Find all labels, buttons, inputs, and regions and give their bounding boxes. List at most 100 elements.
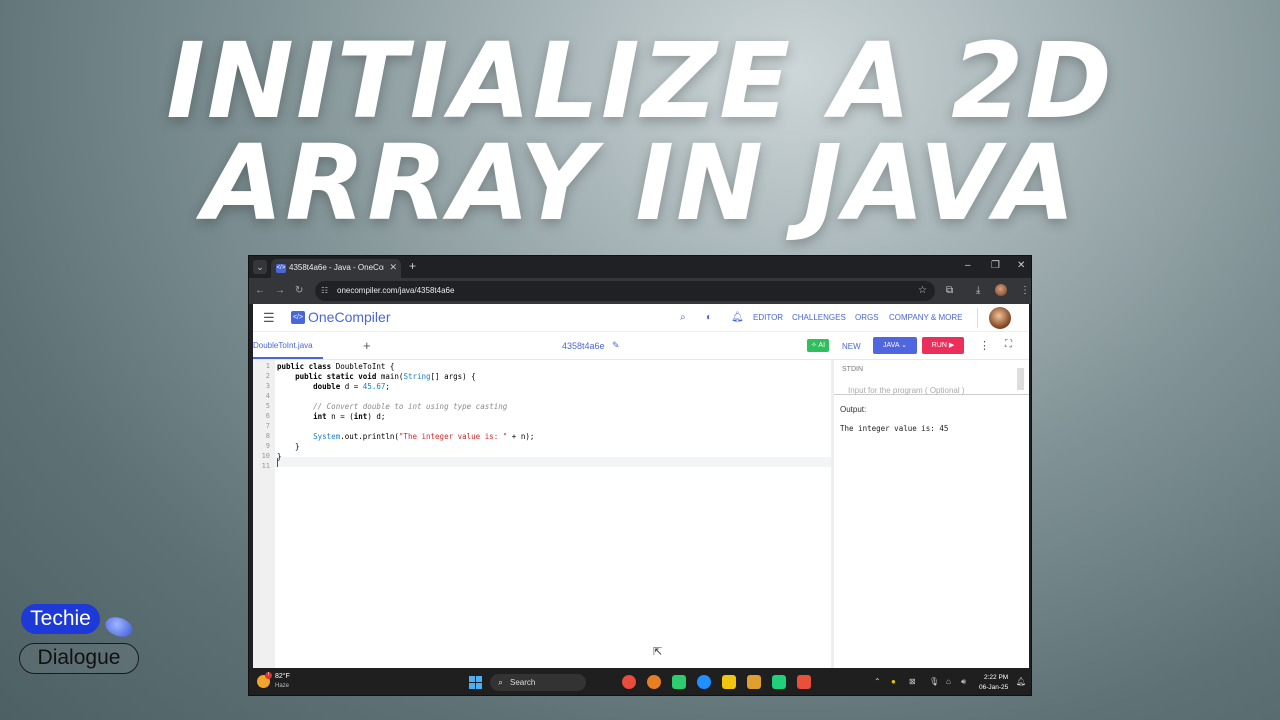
extensions-icon[interactable]: ⧉ bbox=[946, 285, 953, 296]
brand-dialogue: Dialogue bbox=[19, 643, 139, 674]
onecompiler-logo-icon[interactable]: </> bbox=[291, 311, 305, 324]
notifications-icon[interactable]: 🔔︎ bbox=[1016, 677, 1026, 686]
tab-search-chevron-icon[interactable]: ⌄ bbox=[253, 260, 267, 274]
active-file-indicator bbox=[253, 357, 323, 359]
mouse-pointer-icon: ⇱ bbox=[653, 646, 663, 658]
headline-line-2: ARRAY IN JAVA bbox=[202, 122, 1078, 244]
nav-challenges[interactable]: CHALLENGES bbox=[792, 313, 846, 322]
site-info-icon[interactable]: ☷ bbox=[321, 286, 328, 295]
edit-pencil-icon[interactable]: ✎ bbox=[612, 340, 620, 351]
weather-condition: Haze bbox=[275, 683, 290, 689]
new-tab-icon[interactable]: + bbox=[409, 260, 416, 272]
clock-time[interactable]: 2:22 PM bbox=[984, 674, 1008, 681]
reload-icon[interactable]: ↻ bbox=[295, 285, 303, 296]
hamburger-menu-icon[interactable]: ☰ bbox=[263, 310, 275, 326]
nav-editor[interactable]: EDITOR bbox=[753, 313, 783, 322]
line-number: 6 bbox=[265, 412, 270, 420]
tray-security-icon[interactable]: ⊠ bbox=[909, 677, 916, 686]
code-line: // Convert double to int using type cast… bbox=[313, 402, 508, 411]
notification-bell-icon[interactable]: 🔔︎ bbox=[731, 312, 744, 323]
code-line: public static void main(String[] args) { bbox=[295, 372, 476, 381]
more-options-icon[interactable]: ⋮ bbox=[979, 339, 990, 352]
windows-start-icon[interactable] bbox=[469, 676, 482, 689]
screen-capture: ⌄ </> 4358t4a6e - Java - OneCompiler ✕ +… bbox=[248, 255, 1032, 696]
close-tab-icon[interactable]: ✕ bbox=[389, 262, 397, 273]
headline-line-1: INITIALIZE A 2D bbox=[166, 20, 1114, 142]
line-number: 1 bbox=[265, 362, 270, 370]
download-icon[interactable]: ⤓ bbox=[976, 285, 980, 296]
language-label: JAVA bbox=[883, 342, 900, 349]
profile-avatar[interactable] bbox=[995, 284, 1007, 296]
stdin-label: STDIN bbox=[842, 366, 863, 373]
video-headline: INITIALIZE A 2D ARRAY IN JAVA bbox=[0, 20, 1280, 244]
chrome-icon[interactable] bbox=[622, 675, 636, 689]
code-line: } bbox=[277, 442, 300, 451]
header-divider bbox=[977, 308, 978, 328]
volume-icon[interactable]: 🔊︎ bbox=[961, 677, 966, 687]
line-number: 4 bbox=[265, 392, 270, 400]
app-logo[interactable]: OneCompiler bbox=[308, 309, 390, 325]
stdin-scrollbar[interactable] bbox=[1017, 368, 1024, 390]
forward-icon[interactable]: → bbox=[275, 285, 285, 296]
ai-sparkle-icon: ✧ bbox=[810, 342, 817, 349]
onecompiler-favicon-icon: </> bbox=[276, 264, 286, 273]
minimize-icon[interactable]: – bbox=[965, 260, 971, 271]
line-number: 11 bbox=[261, 462, 270, 470]
editor-toolbar: DoubleToInt.java + 4358t4a6e ✎ ✧ AI NEW … bbox=[253, 332, 1029, 360]
microphone-icon[interactable]: 🎙︎ bbox=[929, 677, 939, 686]
recorder-icon[interactable] bbox=[797, 675, 811, 689]
weather-temp[interactable]: 82°F bbox=[275, 673, 290, 680]
run-label: RUN bbox=[931, 342, 947, 349]
code-id[interactable]: 4358t4a6e bbox=[562, 341, 605, 351]
fullscreen-icon[interactable]: ⛶ bbox=[1005, 339, 1012, 350]
taskbar-search-label: Search bbox=[510, 678, 536, 687]
line-number: 8 bbox=[265, 432, 270, 440]
brand-techie: Techie bbox=[21, 604, 100, 634]
theme-toggle-icon[interactable]: ◐ bbox=[706, 312, 712, 323]
windows-taskbar: ! 82°F Haze ⌕ Search ⌃ ● ⊠ 🎙︎ ⌂ 🔊︎ 2:22 … bbox=[249, 668, 1031, 695]
onecompiler-page: ☰ </> OneCompiler ⌕ ◐ 🔔︎ EDITOR CHALLENG… bbox=[253, 304, 1029, 668]
line-number: 9 bbox=[265, 442, 270, 450]
app-header: ☰ </> OneCompiler ⌕ ◐ 🔔︎ EDITOR CHALLENG… bbox=[253, 304, 1029, 332]
clock-date[interactable]: 06-Jan-25 bbox=[979, 684, 1008, 691]
ai-button[interactable]: ✧ AI bbox=[807, 339, 829, 352]
tray-app-icon[interactable]: ● bbox=[891, 677, 896, 686]
code-line: } bbox=[277, 452, 282, 461]
browser-tab-bar: ⌄ </> 4358t4a6e - Java - OneCompiler ✕ +… bbox=[249, 256, 1031, 278]
search-icon[interactable]: ⌕ bbox=[680, 312, 686, 323]
ai-button-label: AI bbox=[818, 342, 826, 349]
network-icon[interactable]: ⌂ bbox=[946, 677, 951, 686]
code-line: System.out.println("The integer value is… bbox=[313, 432, 535, 441]
restore-icon[interactable]: ❐ bbox=[991, 260, 1000, 271]
taskbar-search[interactable]: ⌕ Search bbox=[490, 674, 586, 691]
active-line-highlight bbox=[275, 457, 831, 467]
add-file-icon[interactable]: + bbox=[363, 338, 371, 353]
stdin-box[interactable]: STDIN Input for the program ( Optional ) bbox=[834, 360, 1029, 395]
close-window-icon[interactable]: ✕ bbox=[1017, 260, 1025, 271]
file-tab[interactable]: DoubleToInt.java bbox=[253, 341, 313, 350]
url-field[interactable]: ☷ onecompiler.com/java/4358t4a6e ☆ bbox=[315, 281, 935, 301]
pycharm-icon[interactable] bbox=[772, 675, 786, 689]
camtasia-icon[interactable] bbox=[672, 675, 686, 689]
stdin-input[interactable]: Input for the program ( Optional ) bbox=[848, 386, 965, 395]
url-text: onecompiler.com/java/4358t4a6e bbox=[337, 286, 455, 295]
nav-company-more[interactable]: COMPANY & MORE bbox=[889, 313, 963, 322]
media-app-icon[interactable] bbox=[747, 675, 761, 689]
language-select[interactable]: JAVA ⌄ bbox=[873, 337, 917, 354]
code-line: public class DoubleToInt { bbox=[277, 362, 395, 371]
browser-menu-icon[interactable]: ⋮ bbox=[1020, 285, 1030, 296]
file-explorer-icon[interactable] bbox=[722, 675, 736, 689]
new-button[interactable]: NEW bbox=[842, 342, 861, 351]
user-avatar[interactable] bbox=[989, 307, 1011, 329]
chrome-profile-icon[interactable] bbox=[647, 675, 661, 689]
back-icon[interactable]: ← bbox=[255, 285, 265, 296]
run-button[interactable]: RUN ▶ bbox=[922, 337, 964, 354]
code-editor[interactable]: 1 2 3 4 5 6 7 8 9 10 11 public class Dou… bbox=[253, 360, 831, 668]
tray-chevron-icon[interactable]: ⌃ bbox=[874, 677, 881, 686]
brand-mouse-icon bbox=[102, 613, 136, 641]
bookmark-star-icon[interactable]: ☆ bbox=[918, 285, 927, 296]
skype-icon[interactable] bbox=[697, 675, 711, 689]
chevron-down-icon: ⌄ bbox=[901, 342, 907, 349]
browser-tab[interactable]: </> 4358t4a6e - Java - OneCompiler ✕ bbox=[271, 259, 401, 278]
nav-orgs[interactable]: ORGS bbox=[855, 313, 879, 322]
